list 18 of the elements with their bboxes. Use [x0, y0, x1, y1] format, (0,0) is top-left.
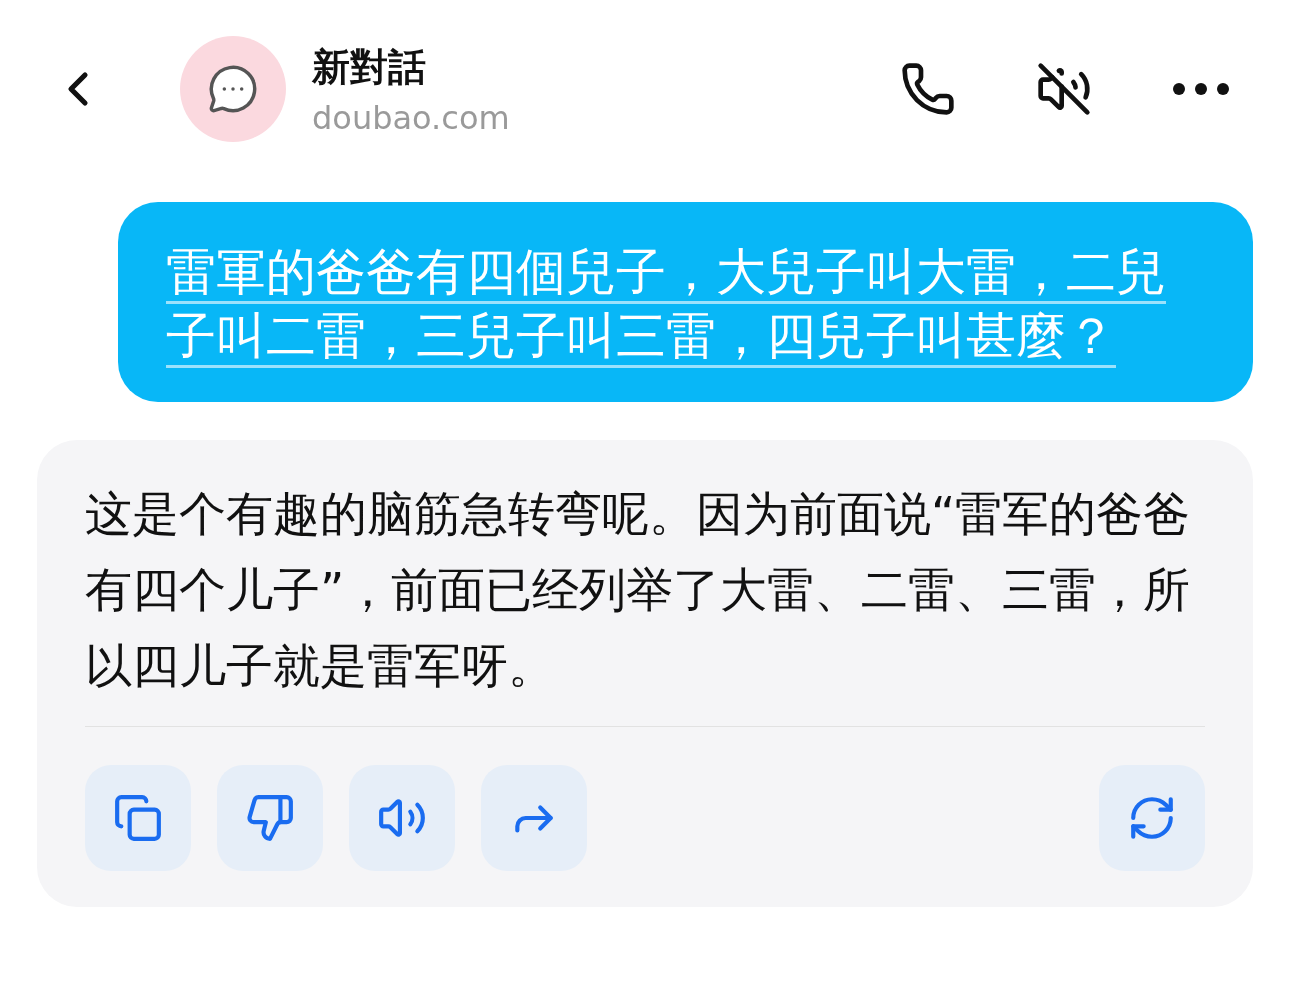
chat-title: 新對話: [312, 43, 427, 91]
reply-message: 这是个有趣的脑筋急转弯呢。因为前面说“雷军的爸爸有四个儿子”，前面已经列举了大雷、二雷、三雷，所以四儿子就是雷军呀。: [85, 485, 1192, 695]
read-aloud-button[interactable]: [349, 765, 455, 871]
call-button[interactable]: [900, 61, 956, 117]
copy-icon: [113, 793, 163, 843]
more-button[interactable]: [1172, 82, 1230, 96]
thumbs-down-icon: [245, 793, 295, 843]
share-button[interactable]: [481, 765, 587, 871]
phone-icon: [900, 61, 956, 117]
user-message: 雷軍的爸爸有四個兒子，大兒子叫大雷，二兒子叫二雷，三兒子叫三雷，四兒子叫甚麼？: [166, 242, 1167, 367]
chat-subtitle: doubao.com: [312, 98, 511, 137]
mute-icon: [1036, 61, 1092, 117]
chat-bubble-icon: [207, 63, 259, 115]
copy-button[interactable]: [85, 765, 191, 871]
more-icon: [1172, 82, 1230, 96]
mute-button[interactable]: [1036, 61, 1092, 117]
regenerate-button[interactable]: [1099, 765, 1205, 871]
dislike-button[interactable]: [217, 765, 323, 871]
